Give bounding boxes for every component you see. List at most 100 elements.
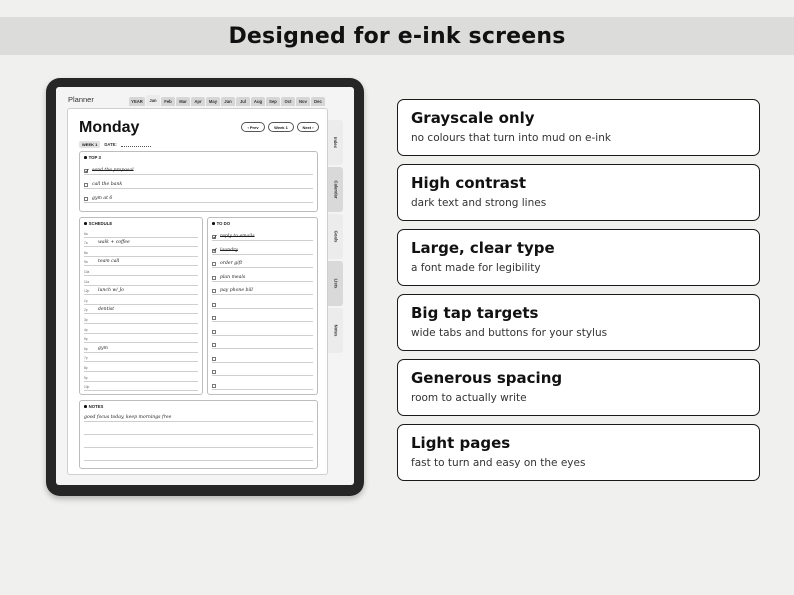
notes-line[interactable] xyxy=(84,423,313,435)
month-tab-apr[interactable]: Apr xyxy=(191,97,205,106)
month-tab-jun[interactable]: Jun xyxy=(221,97,235,106)
checkbox[interactable] xyxy=(212,316,216,320)
top3-section: TOP 3 send the proposal call the bank gym … xyxy=(79,151,318,212)
notes-section: NOTES good focus today, keep mornings fr… xyxy=(79,400,318,469)
todo-item[interactable]: plan meals xyxy=(212,269,313,282)
month-tab-feb[interactable]: Feb xyxy=(161,97,175,106)
todo-item[interactable] xyxy=(212,350,313,363)
month-tab-nov[interactable]: Nov xyxy=(296,97,310,106)
schedule-section: SCHEDULE 6a 7a walk + coffee 8a 9a team call 1… xyxy=(79,217,203,395)
checkbox[interactable] xyxy=(212,383,216,388)
bullet-dot xyxy=(84,405,87,408)
checkbox[interactable] xyxy=(212,289,216,293)
checkbox[interactable] xyxy=(212,275,216,280)
week-badge[interactable]: WEEK 1 xyxy=(79,141,101,148)
feature-card: Big tap targets wide tabs and buttons for… xyxy=(397,294,760,351)
feature-card: Light pages fast to turn and easy on the … xyxy=(397,424,760,481)
notes-text: good focus today, keep mornings free xyxy=(84,415,172,420)
feature-title: Generous spacing xyxy=(411,369,563,387)
top3-item[interactable]: call the bank xyxy=(84,176,313,189)
schedule-row[interactable]: 10p xyxy=(84,382,198,392)
feature-title: Grayscale only xyxy=(411,109,535,127)
date-field[interactable] xyxy=(120,143,151,147)
month-tab-oct[interactable]: Oct xyxy=(281,97,295,106)
todo-item[interactable]: pay phone bill xyxy=(212,282,313,295)
tablet-device: Planner YEAR Jan Feb Mar Apr May Jun Jul Aug Sep O… xyxy=(46,78,364,496)
side-tab-label: Index xyxy=(333,137,338,148)
feature-subtitle: no colours that turn into mud on e-ink xyxy=(411,132,611,144)
todo-item[interactable] xyxy=(212,323,313,336)
month-tab-year[interactable]: YEAR xyxy=(129,97,145,106)
top3-item[interactable]: send the proposal xyxy=(84,162,313,175)
notes-line[interactable]: good focus today, keep mornings free xyxy=(84,410,313,422)
month-tab-dec[interactable]: Dec xyxy=(311,97,325,106)
schedule-row[interactable]: 8p xyxy=(84,362,198,372)
hour-label: 11a xyxy=(84,279,90,284)
todo-item[interactable] xyxy=(212,363,313,376)
month-tab-aug[interactable]: Aug xyxy=(251,97,265,106)
schedule-row[interactable]: 10a xyxy=(84,266,198,276)
item-text: pay phone bill xyxy=(220,288,253,293)
side-tab-label: Lists xyxy=(333,278,338,289)
side-tab-lists[interactable]: Lists xyxy=(328,261,343,306)
notes-line[interactable] xyxy=(84,436,313,448)
schedule-entry: walk + coffee xyxy=(98,240,130,246)
todo-item[interactable] xyxy=(212,296,313,309)
month-tab-jan[interactable]: Jan xyxy=(146,95,160,106)
schedule-row[interactable]: 3p xyxy=(84,314,198,324)
prev-button[interactable]: ‹ Prev xyxy=(241,122,265,132)
month-tab-may[interactable]: May xyxy=(206,97,220,106)
schedule-row[interactable]: 11a xyxy=(84,276,198,286)
month-tab-sep[interactable]: Sep xyxy=(266,97,280,106)
month-tab-jul[interactable]: Jul xyxy=(236,97,250,106)
feature-subtitle: a font made for legibility xyxy=(411,262,541,274)
side-tab-calendar[interactable]: Calendar xyxy=(328,167,343,212)
checkbox[interactable] xyxy=(84,167,90,175)
month-tab-mar[interactable]: Mar xyxy=(176,97,190,106)
checkbox[interactable] xyxy=(212,343,216,347)
schedule-row[interactable]: 12p lunch w/ Jo xyxy=(84,286,198,296)
side-tab-notes[interactable]: Notes xyxy=(328,308,343,353)
schedule-row[interactable]: 7p xyxy=(84,353,198,363)
top3-item[interactable]: gym at 6 xyxy=(84,190,313,203)
side-tab-goals[interactable]: Goals xyxy=(328,214,343,259)
checkbox[interactable] xyxy=(212,356,216,361)
schedule-row[interactable]: 4p xyxy=(84,324,198,334)
schedule-row[interactable]: 2p dentist xyxy=(84,305,198,315)
schedule-row[interactable]: 5p xyxy=(84,334,198,344)
hour-label: 4p xyxy=(84,327,88,332)
todo-item[interactable]: reply to emails xyxy=(212,228,313,241)
checkbox[interactable] xyxy=(212,246,218,254)
item-text: gym at 6 xyxy=(92,196,113,201)
checkbox[interactable] xyxy=(212,302,216,307)
todo-item[interactable] xyxy=(212,309,313,322)
feature-title: High contrast xyxy=(411,174,526,192)
checkbox[interactable] xyxy=(212,262,216,266)
schedule-row[interactable]: 6a xyxy=(84,228,198,238)
todo-item[interactable]: laundry xyxy=(212,242,313,255)
side-tab-label: Goals xyxy=(332,230,338,243)
todo-item[interactable] xyxy=(212,377,313,390)
schedule-row[interactable]: 9a team call xyxy=(84,257,198,267)
notes-heading: NOTES xyxy=(84,404,103,409)
checkbox[interactable] xyxy=(84,197,88,201)
schedule-row[interactable]: 6p gym xyxy=(84,343,198,353)
checkbox[interactable] xyxy=(84,183,88,187)
next-button[interactable]: Next › xyxy=(297,122,319,132)
todo-item[interactable]: order gift xyxy=(212,255,313,268)
schedule-row[interactable]: 7a walk + coffee xyxy=(84,238,198,248)
notes-line[interactable] xyxy=(84,449,313,461)
item-text: reply to emails xyxy=(220,234,255,239)
hour-label: 12p xyxy=(84,289,90,294)
feature-subtitle: dark text and strong lines xyxy=(411,197,547,209)
side-tab-index[interactable]: Index xyxy=(328,120,343,165)
checkbox[interactable] xyxy=(212,233,218,241)
schedule-row[interactable]: 9p xyxy=(84,372,198,382)
checkbox[interactable] xyxy=(212,370,216,374)
week-button[interactable]: Week 1 xyxy=(268,122,294,132)
todo-item[interactable] xyxy=(212,336,313,349)
schedule-row[interactable]: 1p xyxy=(84,295,198,305)
hour-label: 8p xyxy=(84,365,88,370)
schedule-row[interactable]: 8a xyxy=(84,247,198,257)
checkbox[interactable] xyxy=(212,329,216,334)
